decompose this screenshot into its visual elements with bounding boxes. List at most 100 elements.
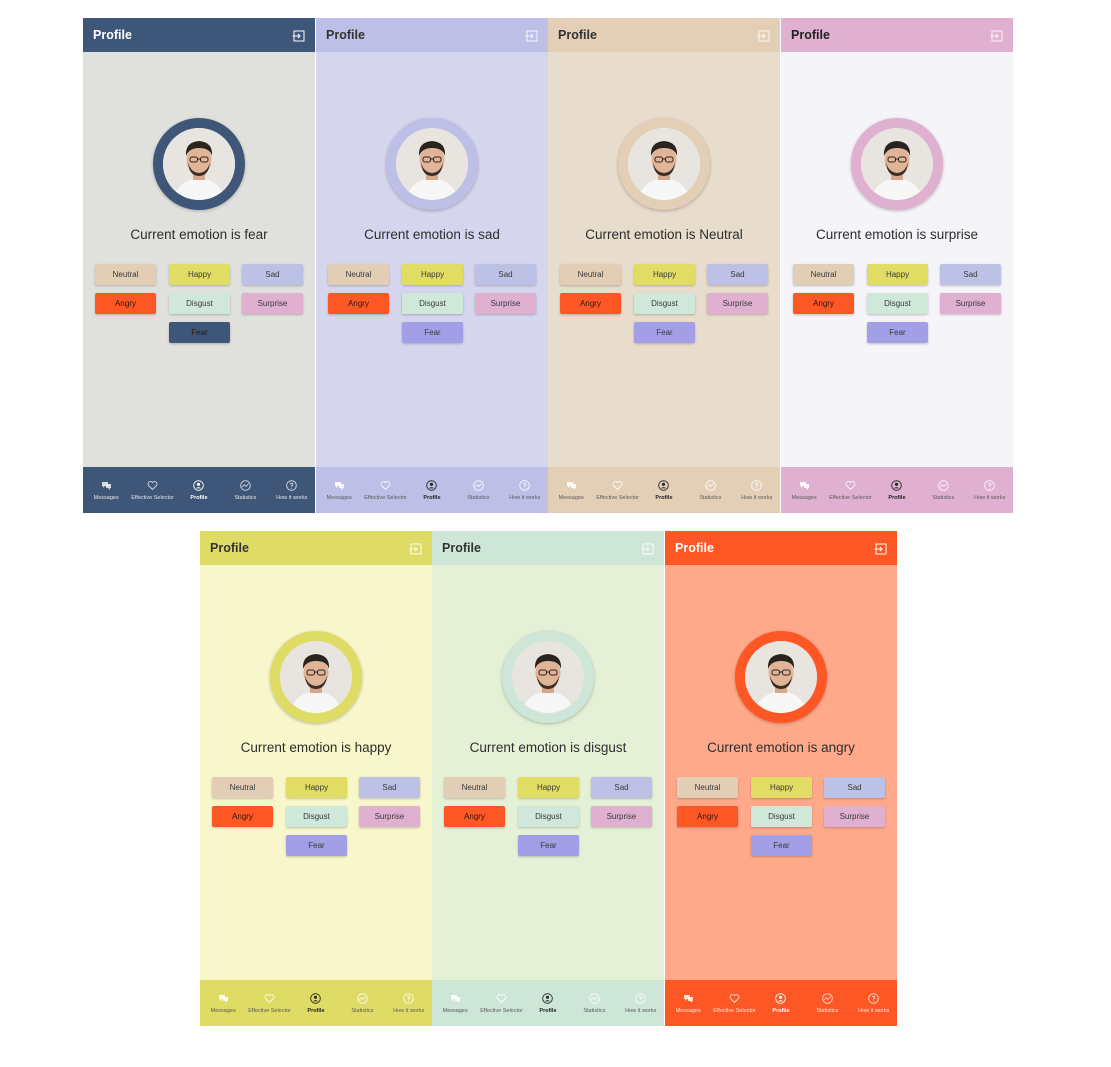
neutral-button[interactable]: Neutral <box>212 777 273 798</box>
angry-button[interactable]: Angry <box>677 806 738 827</box>
nav-item-messages[interactable]: Messages <box>781 467 827 513</box>
happy-button[interactable]: Happy <box>402 264 463 285</box>
sad-button[interactable]: Sad <box>359 777 420 798</box>
sad-button[interactable]: Sad <box>242 264 303 285</box>
neutral-button[interactable]: Neutral <box>328 264 389 285</box>
nav-item-messages[interactable]: Messages <box>548 467 594 513</box>
logout-icon[interactable] <box>640 541 654 555</box>
nav-item-how[interactable]: How it works <box>851 980 897 1026</box>
nav-item-selector[interactable]: Effective Selector <box>130 467 176 513</box>
nav-item-selector[interactable]: Effective Selector <box>479 980 525 1026</box>
nav-item-profile[interactable]: Profile <box>525 980 571 1026</box>
angry-button[interactable]: Angry <box>444 806 505 827</box>
nav-item-statistics[interactable]: Statistics <box>687 467 733 513</box>
fear-button[interactable]: Fear <box>402 322 463 343</box>
chat-icon <box>683 994 693 1003</box>
nav-label-profile: Profile <box>190 494 208 501</box>
profile-content: Current emotion is surprise Neutral Happy S… <box>781 52 1013 467</box>
logout-icon[interactable] <box>989 28 1003 42</box>
surprise-button[interactable]: Surprise <box>824 806 885 827</box>
neutral-button[interactable]: Neutral <box>793 264 854 285</box>
nav-item-selector[interactable]: Effective Selector <box>712 980 758 1026</box>
sad-button[interactable]: Sad <box>591 777 652 798</box>
neutral-button[interactable]: Neutral <box>95 264 156 285</box>
nav-item-how[interactable]: How it works <box>386 980 432 1026</box>
nav-item-statistics[interactable]: Statistics <box>455 467 501 513</box>
fear-button[interactable]: Fear <box>634 322 695 343</box>
surprise-button[interactable]: Surprise <box>242 293 303 314</box>
fear-button[interactable]: Fear <box>169 322 230 343</box>
logout-icon[interactable] <box>524 28 538 42</box>
page-title: Profile <box>326 28 365 42</box>
nav-item-how[interactable]: How it works <box>269 467 315 513</box>
disgust-button[interactable]: Disgust <box>634 293 695 314</box>
fear-button[interactable]: Fear <box>751 835 812 856</box>
nav-item-selector[interactable]: Effective Selector <box>363 467 409 513</box>
happy-button[interactable]: Happy <box>169 264 230 285</box>
logout-icon[interactable] <box>291 28 305 42</box>
nav-item-profile[interactable]: Profile <box>758 980 804 1026</box>
nav-item-how[interactable]: How it works <box>734 467 780 513</box>
sad-button[interactable]: Sad <box>824 777 885 798</box>
sad-button[interactable]: Sad <box>475 264 536 285</box>
chat-icon <box>101 481 111 490</box>
fear-button[interactable]: Fear <box>286 835 347 856</box>
nav-item-statistics[interactable]: Statistics <box>571 980 617 1026</box>
nav-item-messages[interactable]: Messages <box>432 980 478 1026</box>
nav-label-how: How it works <box>974 494 1006 501</box>
nav-item-messages[interactable]: Messages <box>665 980 711 1026</box>
sad-button[interactable]: Sad <box>707 264 768 285</box>
nav-item-messages[interactable]: Messages <box>316 467 362 513</box>
nav-item-how[interactable]: How it works <box>967 467 1013 513</box>
neutral-button[interactable]: Neutral <box>677 777 738 798</box>
logout-icon[interactable] <box>408 541 422 555</box>
happy-button[interactable]: Happy <box>634 264 695 285</box>
disgust-button[interactable]: Disgust <box>402 293 463 314</box>
surprise-button[interactable]: Surprise <box>475 293 536 314</box>
nav-label-profile: Profile <box>539 1007 557 1014</box>
nav-item-how[interactable]: How it works <box>618 980 664 1026</box>
surprise-button[interactable]: Surprise <box>359 806 420 827</box>
fear-button[interactable]: Fear <box>867 322 928 343</box>
nav-item-profile[interactable]: Profile <box>874 467 920 513</box>
disgust-button[interactable]: Disgust <box>286 806 347 827</box>
angry-button[interactable]: Angry <box>560 293 621 314</box>
surprise-button[interactable]: Surprise <box>940 293 1001 314</box>
nav-item-messages[interactable]: Messages <box>83 467 129 513</box>
fear-button[interactable]: Fear <box>518 835 579 856</box>
happy-button[interactable]: Happy <box>286 777 347 798</box>
happy-button[interactable]: Happy <box>751 777 812 798</box>
nav-item-how[interactable]: How it works <box>502 467 548 513</box>
logout-icon[interactable] <box>756 28 770 42</box>
disgust-button[interactable]: Disgust <box>169 293 230 314</box>
nav-item-profile[interactable]: Profile <box>293 980 339 1026</box>
neutral-button[interactable]: Neutral <box>560 264 621 285</box>
sad-button[interactable]: Sad <box>940 264 1001 285</box>
angry-button[interactable]: Angry <box>793 293 854 314</box>
disgust-button[interactable]: Disgust <box>867 293 928 314</box>
surprise-button[interactable]: Surprise <box>707 293 768 314</box>
angry-button[interactable]: Angry <box>212 806 273 827</box>
angry-button[interactable]: Angry <box>95 293 156 314</box>
heart-icon <box>147 480 158 490</box>
nav-item-selector[interactable]: Effective Selector <box>828 467 874 513</box>
nav-label-selector: Effective Selector <box>364 494 407 501</box>
nav-item-statistics[interactable]: Statistics <box>920 467 966 513</box>
nav-item-messages[interactable]: Messages <box>200 980 246 1026</box>
nav-item-selector[interactable]: Effective Selector <box>247 980 293 1026</box>
nav-item-profile[interactable]: Profile <box>409 467 455 513</box>
surprise-button[interactable]: Surprise <box>591 806 652 827</box>
logout-icon[interactable] <box>873 541 887 555</box>
nav-item-statistics[interactable]: Statistics <box>804 980 850 1026</box>
nav-item-profile[interactable]: Profile <box>641 467 687 513</box>
happy-button[interactable]: Happy <box>518 777 579 798</box>
nav-item-statistics[interactable]: Statistics <box>339 980 385 1026</box>
nav-item-selector[interactable]: Effective Selector <box>595 467 641 513</box>
nav-item-profile[interactable]: Profile <box>176 467 222 513</box>
disgust-button[interactable]: Disgust <box>518 806 579 827</box>
nav-item-statistics[interactable]: Statistics <box>222 467 268 513</box>
happy-button[interactable]: Happy <box>867 264 928 285</box>
neutral-button[interactable]: Neutral <box>444 777 505 798</box>
disgust-button[interactable]: Disgust <box>751 806 812 827</box>
angry-button[interactable]: Angry <box>328 293 389 314</box>
